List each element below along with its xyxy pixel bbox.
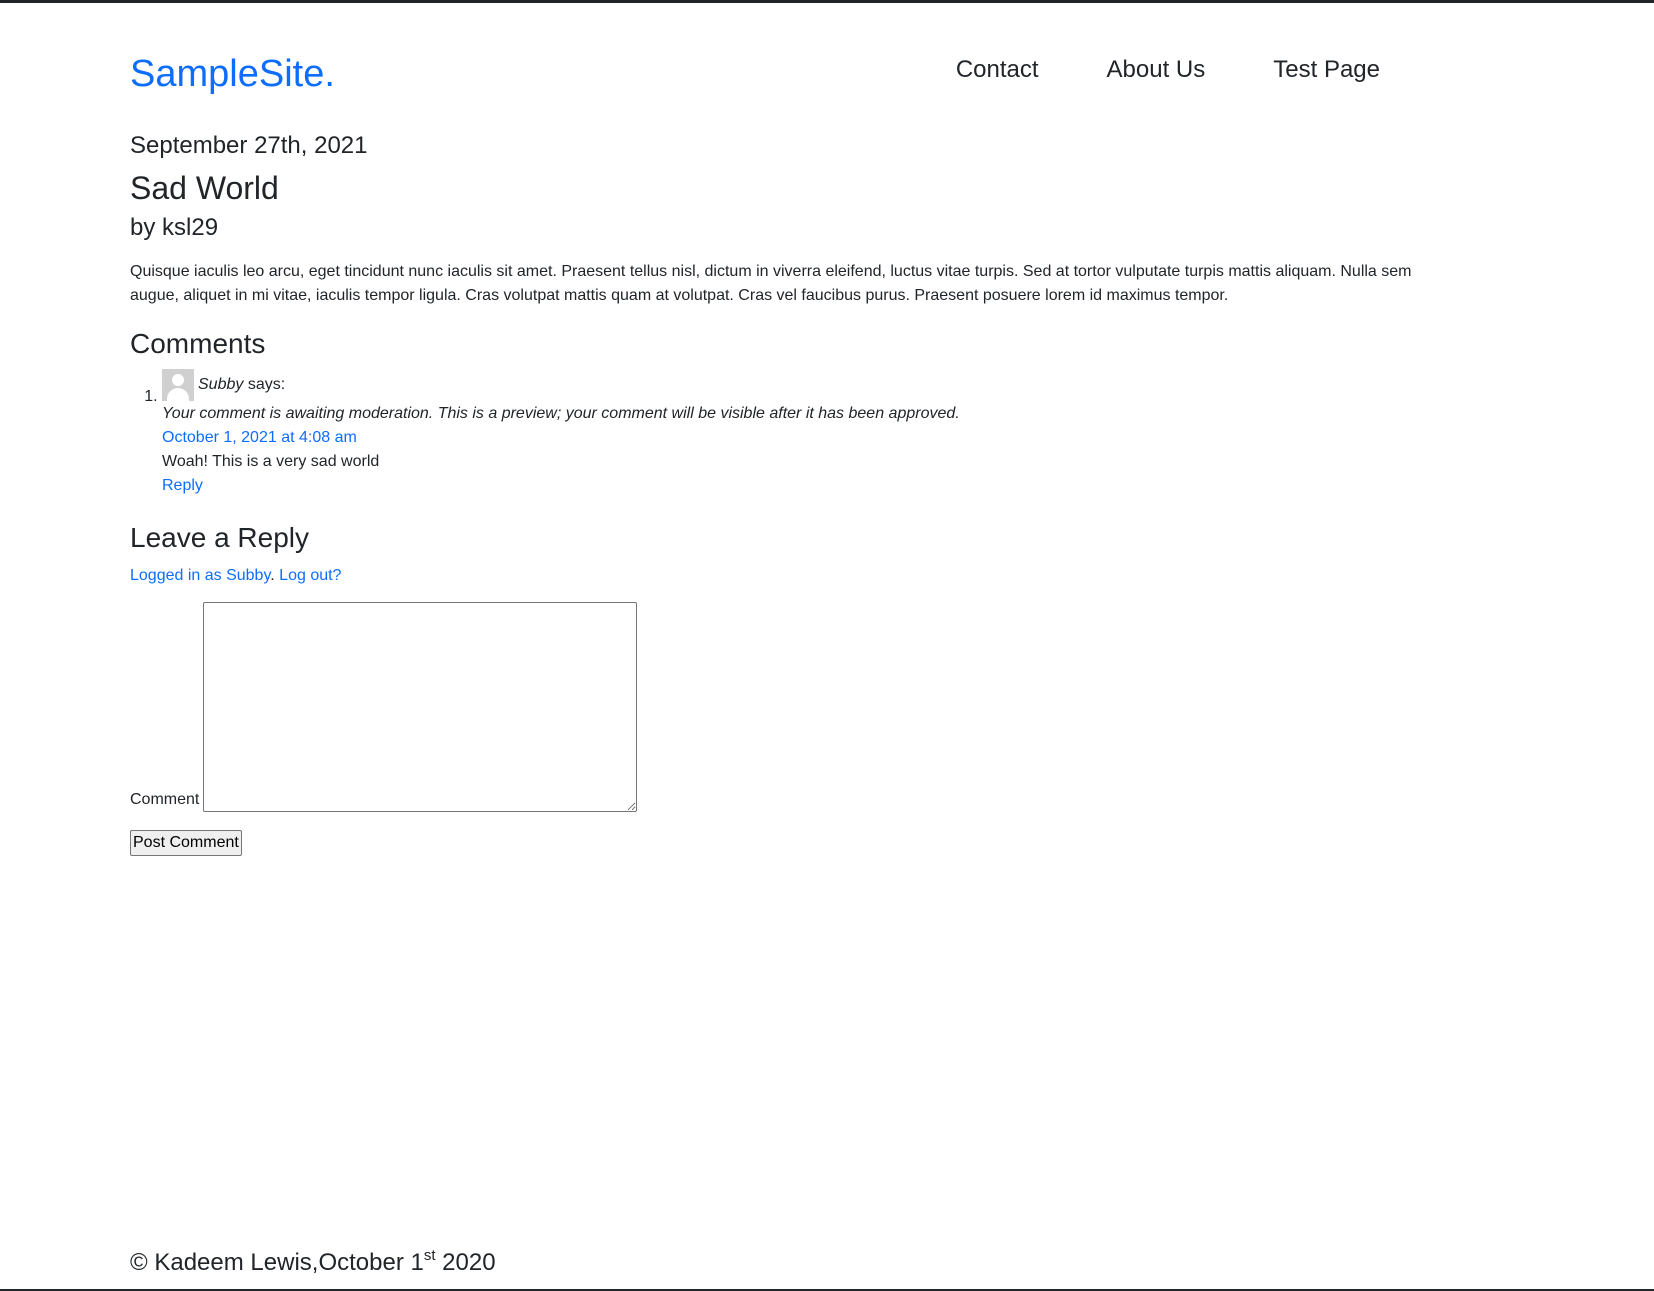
logout-link[interactable]: Log out?: [279, 567, 341, 584]
default-avatar-icon: [162, 369, 194, 401]
logged-in-separator: .: [270, 567, 275, 584]
post-body: Quisque iaculis leo arcu, eget tincidunt…: [130, 263, 1412, 304]
nav-link-contact[interactable]: Contact: [956, 52, 1039, 88]
logged-in-as-link[interactable]: Logged in as Subby: [130, 567, 270, 584]
comment-list: Subby says: Your comment is awaiting mod…: [130, 368, 1430, 498]
comments-heading: Comments: [130, 328, 266, 359]
comment-meta: Subby says:: [162, 368, 1430, 402]
footer-year: 2020: [435, 1249, 496, 1276]
site-header: SampleSite. Contact About Us Test Page: [130, 48, 1380, 108]
nav-link-about-us[interactable]: About Us: [1107, 52, 1206, 88]
comment-moderation-notice: Your comment is awaiting moderation. Thi…: [162, 405, 960, 422]
footer-superscript: st: [423, 1247, 436, 1264]
post-title: Sad World: [130, 170, 279, 206]
main-content: September 27th, 2021 Sad World by ksl29 …: [130, 128, 1430, 856]
comment-item: Subby says: Your comment is awaiting mod…: [162, 368, 1430, 498]
top-border-rule: [0, 0, 1654, 3]
site-footer: © Kadeem Lewis,October 1st 2020: [130, 1238, 496, 1281]
comment-text: Woah! This is a very sad world: [162, 453, 380, 470]
site-logo-link[interactable]: SampleSite.: [130, 48, 335, 100]
comment-timestamp-link[interactable]: October 1, 2021 at 4:08 am: [162, 429, 357, 446]
comment-reply-link[interactable]: Reply: [162, 477, 203, 494]
logged-in-line: Logged in as Subby. Log out?: [130, 564, 1430, 588]
comment-label: Comment: [130, 791, 200, 808]
nav-link-test-page[interactable]: Test Page: [1273, 52, 1380, 88]
comment-says: says:: [247, 376, 286, 393]
comment-author: Subby: [198, 376, 244, 393]
footer-copyright: © Kadeem Lewis,October 1: [130, 1249, 424, 1276]
comment-textarea[interactable]: [203, 602, 638, 812]
post-author: by ksl29: [130, 214, 219, 241]
comment-field-row: Comment: [130, 602, 1430, 812]
post-comment-button[interactable]: Post Comment: [130, 830, 242, 856]
post-date: September 27th, 2021: [130, 132, 368, 159]
leave-reply-heading: Leave a Reply: [130, 522, 310, 553]
main-nav: Contact About Us Test Page: [956, 52, 1380, 88]
